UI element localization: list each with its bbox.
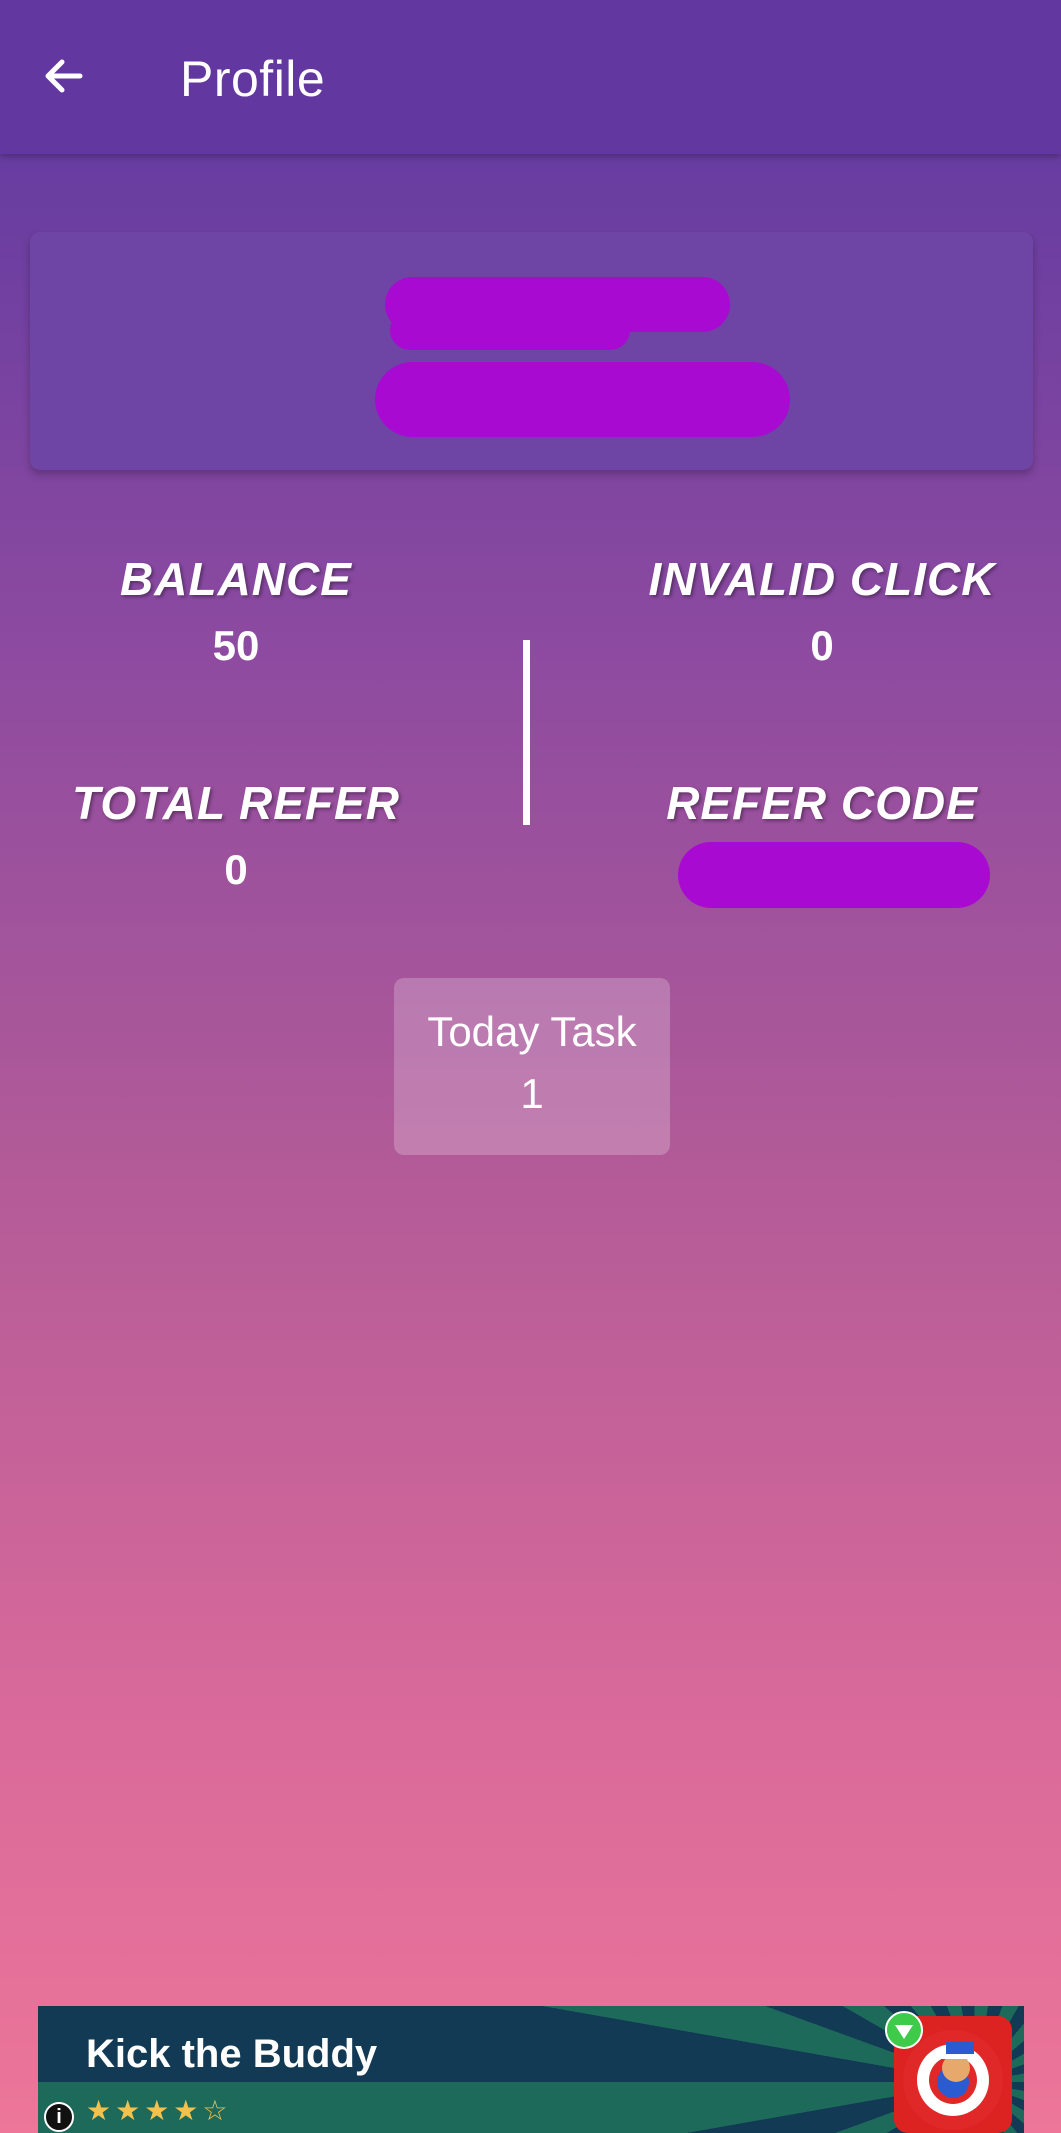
total-refer-value: 0 — [224, 846, 248, 893]
ad-banner[interactable]: Kick the Buddy ★★★★☆ i — [38, 2006, 1024, 2133]
today-task-label: Today Task — [427, 1008, 637, 1055]
ad-title: Kick the Buddy — [86, 2032, 378, 2076]
today-task-value: 1 — [520, 1070, 544, 1117]
today-task-card[interactable]: Today Task 1 — [394, 978, 670, 1155]
total-refer-label: TOTAL REFER — [72, 777, 400, 829]
profile-card — [30, 232, 1033, 470]
info-icon[interactable]: i — [44, 2102, 74, 2132]
invalid-click-label: INVALID CLICK — [648, 553, 996, 605]
redaction-mark — [678, 842, 990, 908]
redaction-mark — [390, 310, 630, 350]
redaction-mark — [375, 362, 790, 437]
invalid-click-value: 0 — [810, 622, 834, 669]
arrow-left-icon — [45, 59, 83, 93]
download-badge-icon — [885, 2011, 923, 2049]
stats-divider — [523, 640, 530, 825]
balance-label: BALANCE — [120, 553, 352, 605]
balance-value: 50 — [212, 622, 260, 669]
back-button[interactable] — [28, 40, 100, 112]
page-title: Profile — [180, 51, 326, 107]
ad-rating-stars: ★★★★☆ — [86, 2095, 232, 2126]
app-bar: Profile — [0, 0, 1061, 154]
refer-code-label: REFER CODE — [666, 777, 978, 829]
